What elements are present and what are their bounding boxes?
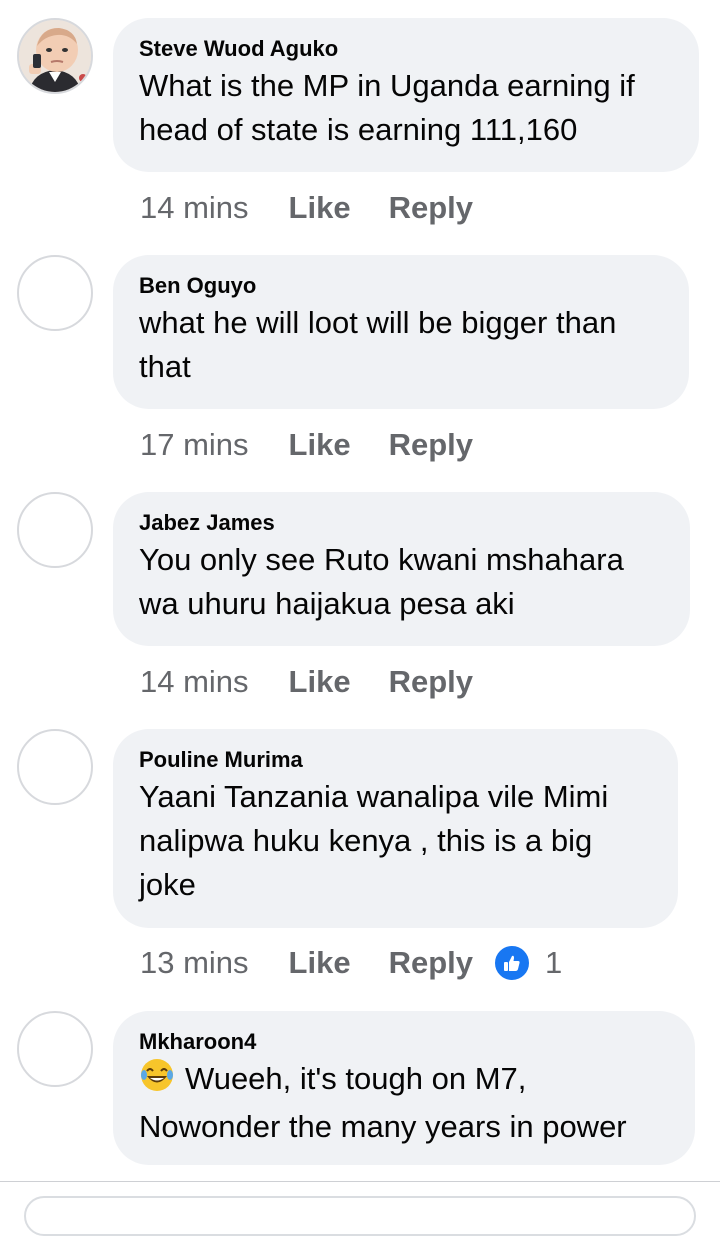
- comment-author[interactable]: Steve Wuod Aguko: [139, 36, 673, 62]
- avatar[interactable]: [17, 729, 93, 805]
- comment-time[interactable]: 13 mins: [140, 945, 249, 981]
- comment-bubble: Steve Wuod Aguko What is the MP in Ugand…: [113, 18, 699, 172]
- comment-text: Wueeh, it's tough on M7, Nowonder the ma…: [139, 1057, 669, 1149]
- reply-button[interactable]: Reply: [389, 190, 473, 226]
- comment-author[interactable]: Mkharoon4: [139, 1029, 669, 1055]
- comment-text: You only see Ruto kwani mshahara wa uhur…: [139, 542, 624, 621]
- like-button[interactable]: Like: [289, 945, 351, 981]
- comment-time[interactable]: 17 mins: [140, 427, 249, 463]
- reaction-count: 1: [545, 945, 563, 980]
- comment-bubble: Jabez James You only see Ruto kwani msha…: [113, 492, 690, 646]
- avatar[interactable]: [17, 18, 93, 94]
- comment-actions: 17 mins Like Reply: [140, 425, 511, 465]
- laughing-tears-emoji-icon: [139, 1057, 175, 1105]
- comment-bubble: Pouline Murima Yaani Tanzania wanalipa v…: [113, 729, 678, 928]
- reply-button[interactable]: Reply: [389, 945, 473, 981]
- comment-time[interactable]: 14 mins: [140, 190, 249, 226]
- comment-time[interactable]: 14 mins: [140, 664, 249, 700]
- comment-bubble: Ben Oguyo what he will loot will be bigg…: [113, 255, 689, 409]
- avatar[interactable]: [17, 492, 93, 568]
- comment-text: Yaani Tanzania wanalipa vile Mimi nalipw…: [139, 779, 609, 902]
- comment-author[interactable]: Ben Oguyo: [139, 273, 663, 299]
- comment-actions: 14 mins Like Reply: [140, 188, 511, 228]
- reply-button[interactable]: Reply: [389, 427, 473, 463]
- avatar[interactable]: [17, 1011, 93, 1087]
- comment-author[interactable]: Pouline Murima: [139, 747, 652, 773]
- reaction-summary[interactable]: 1: [493, 944, 562, 982]
- profile-photo-icon: [19, 20, 91, 92]
- avatar[interactable]: [17, 255, 93, 331]
- comment-text-body: Wueeh, it's tough on M7, Nowonder the ma…: [139, 1061, 627, 1144]
- like-button[interactable]: Like: [289, 190, 351, 226]
- divider: [0, 1181, 720, 1182]
- like-button[interactable]: Like: [289, 427, 351, 463]
- comment-text: what he will loot will be bigger than th…: [139, 305, 617, 384]
- reply-button[interactable]: Reply: [389, 664, 473, 700]
- comment-input[interactable]: [24, 1196, 696, 1236]
- comment-bubble: Mkharoon4 Wueeh, it's tough on M7, Nowon…: [113, 1011, 695, 1165]
- like-button[interactable]: Like: [289, 664, 351, 700]
- comment-actions: 13 mins Like Reply 1: [140, 943, 562, 983]
- comment-text: What is the MP in Uganda earning if head…: [139, 68, 635, 147]
- comment-author[interactable]: Jabez James: [139, 510, 664, 536]
- thumbs-up-icon: [493, 944, 531, 982]
- comment-actions: 14 mins Like Reply: [140, 662, 511, 702]
